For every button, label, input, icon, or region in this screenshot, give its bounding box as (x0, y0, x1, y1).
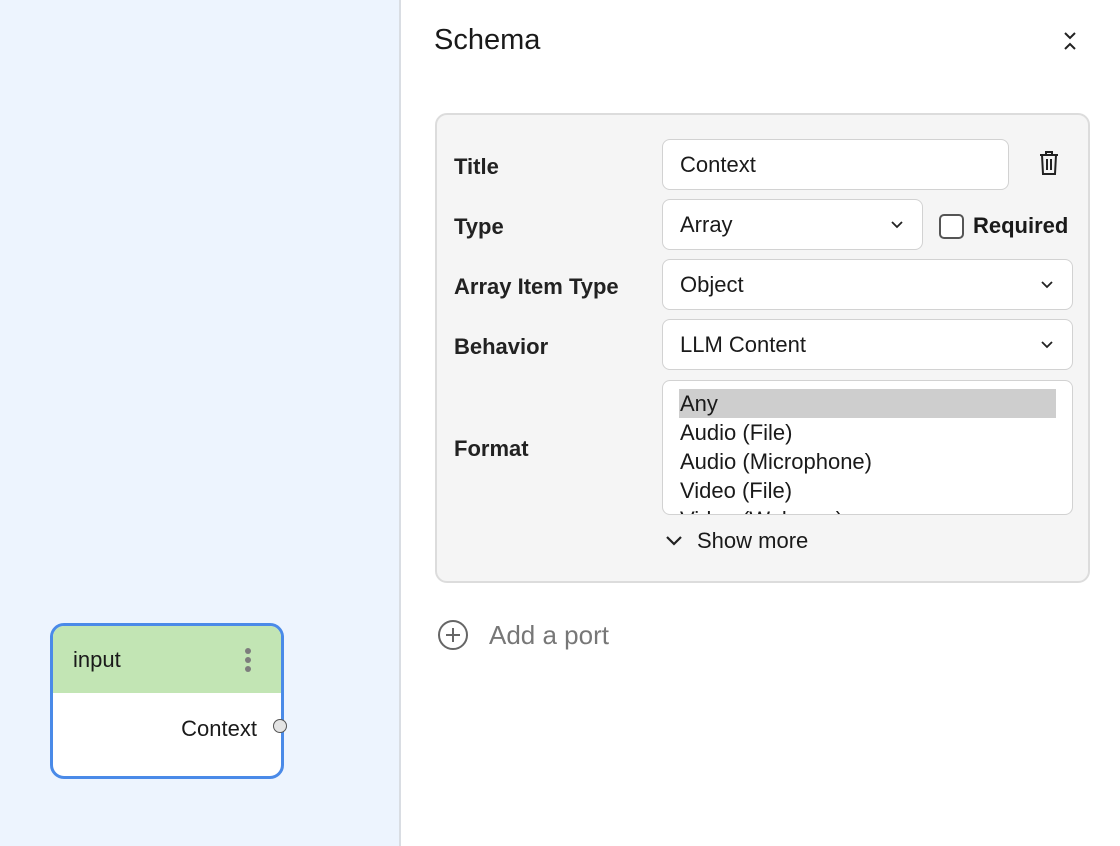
type-value: Array (680, 211, 733, 237)
show-more-button[interactable]: Show more (665, 528, 808, 554)
chevron-down-icon (1041, 341, 1053, 349)
node-port-label: Context (181, 716, 257, 741)
add-port-button[interactable]: Add a port (437, 619, 609, 651)
title-label: Title (454, 154, 499, 179)
more-vert-icon[interactable] (245, 648, 251, 672)
graph-canvas[interactable]: input Context (0, 0, 401, 846)
title-input[interactable]: Context (662, 139, 1009, 190)
format-label: Format (454, 436, 529, 461)
format-option[interactable]: Audio (Microphone) (679, 447, 1056, 476)
chevron-down-icon (1041, 281, 1053, 289)
array-item-type-value: Object (680, 271, 744, 297)
chevrons-collapse-icon[interactable] (1059, 28, 1081, 54)
format-option[interactable]: Video (File) (679, 476, 1056, 505)
show-more-label: Show more (697, 528, 809, 553)
panel-title: Schema (434, 24, 541, 56)
port-schema-card: Title Context Type Array Required Array … (435, 113, 1090, 583)
input-node[interactable]: input Context (50, 623, 284, 779)
format-option[interactable]: Any (679, 389, 1056, 418)
type-label: Type (454, 214, 504, 239)
format-option[interactable]: Audio (File) (679, 418, 1056, 447)
behavior-value: LLM Content (680, 331, 806, 357)
node-title: input (73, 646, 121, 672)
type-select[interactable]: Array (662, 199, 923, 250)
chevron-down-icon (666, 536, 682, 546)
required-checkbox-group[interactable]: Required (939, 213, 1068, 239)
schema-panel: Schema Title Context Type Array Required… (403, 0, 1120, 846)
array-item-type-select[interactable]: Object (662, 259, 1073, 310)
behavior-label: Behavior (454, 334, 549, 359)
output-port-handle[interactable] (273, 719, 287, 733)
title-value: Context (680, 151, 756, 177)
add-port-label: Add a port (489, 619, 609, 650)
array-item-type-label: Array Item Type (454, 274, 619, 299)
format-listbox[interactable]: Any Audio (File) Audio (Microphone) Vide… (662, 380, 1073, 515)
behavior-select[interactable]: LLM Content (662, 319, 1073, 370)
format-option[interactable]: Video (Webcam) (679, 505, 1056, 514)
required-checkbox[interactable] (939, 213, 964, 239)
trash-icon[interactable] (1037, 149, 1061, 177)
node-header[interactable]: input (53, 626, 281, 693)
chevron-down-icon (891, 221, 903, 229)
add-circle-icon (438, 620, 468, 650)
required-label: Required (973, 213, 1069, 238)
